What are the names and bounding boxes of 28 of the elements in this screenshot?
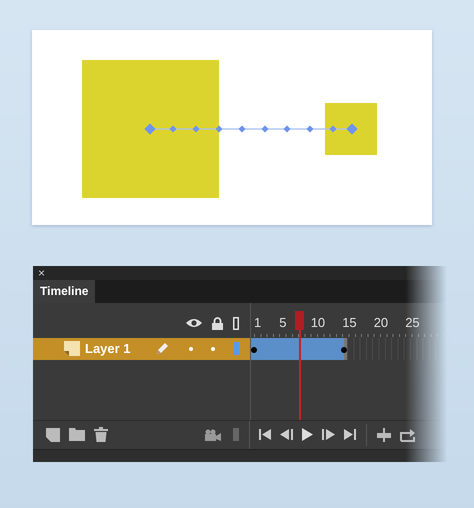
tween-span[interactable]	[251, 338, 347, 360]
center-frame-button[interactable]	[374, 426, 394, 444]
new-layer-button[interactable]	[43, 426, 63, 444]
status-bar-icon	[233, 428, 239, 442]
first-frame-button[interactable]	[256, 427, 274, 442]
frame-number: 25	[405, 314, 420, 330]
frame-number: 20	[374, 314, 388, 330]
layer-icon	[64, 341, 80, 356]
visible-dot[interactable]	[189, 346, 193, 351]
new-folder-button[interactable]	[66, 426, 88, 444]
lock-icon[interactable]	[212, 316, 223, 330]
frame-number: 10	[310, 314, 326, 330]
eye-icon[interactable]	[186, 318, 202, 328]
camera-button[interactable]	[202, 426, 224, 443]
last-frame-button[interactable]	[341, 427, 359, 442]
small-square	[325, 103, 377, 155]
close-button[interactable]: ×	[33, 266, 50, 280]
pencil-icon	[155, 342, 169, 356]
frame-number: 5	[279, 314, 286, 330]
frame-number: 15	[342, 314, 357, 330]
layer-name: Layer 1	[85, 341, 131, 356]
delete-button[interactable]	[91, 425, 111, 444]
outline-icon[interactable]	[233, 316, 239, 330]
panel-tab[interactable]: Timeline	[33, 280, 96, 303]
outline-color-swatch[interactable]	[234, 342, 239, 356]
playhead[interactable]	[295, 310, 304, 420]
lock-dot[interactable]	[211, 346, 215, 351]
frame-number: 1	[254, 314, 262, 330]
